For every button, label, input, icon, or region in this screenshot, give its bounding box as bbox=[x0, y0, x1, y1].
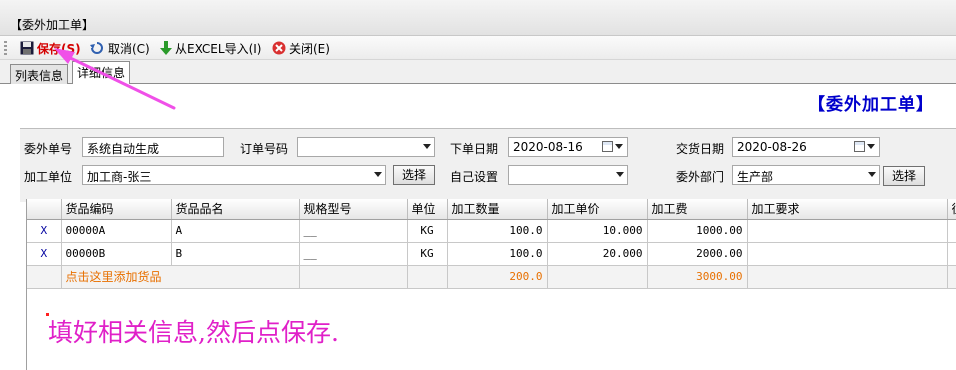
total-cell-blank bbox=[27, 265, 62, 289]
department-label: 委外部门 bbox=[676, 170, 725, 184]
processor-value: 加工商-张三 bbox=[87, 170, 152, 184]
floppy-disk-icon bbox=[20, 41, 34, 55]
po-number-select[interactable] bbox=[297, 137, 435, 157]
instruction-annotation: 填好相关信息,然后点保存. bbox=[48, 318, 339, 347]
department-select-button[interactable]: 选择 bbox=[883, 166, 925, 186]
chevron-down-icon[interactable] bbox=[615, 144, 623, 149]
save-label: 保存(S) bbox=[37, 41, 81, 56]
import-excel-button[interactable]: 从EXCEL导入(I) bbox=[160, 39, 261, 57]
po-number-label: 订单号码 bbox=[240, 142, 289, 156]
col-header-qty[interactable]: 加工数量 bbox=[447, 199, 548, 220]
processor-label: 加工单位 bbox=[24, 170, 73, 184]
chevron-down-icon[interactable] bbox=[616, 172, 624, 177]
calendar-icon[interactable] bbox=[602, 141, 613, 152]
delete-row-button[interactable]: X bbox=[27, 242, 62, 266]
cell-spec[interactable]: __ bbox=[299, 219, 408, 243]
chevron-down-icon[interactable] bbox=[423, 144, 431, 149]
custom-setting-label: 自己设置 bbox=[450, 170, 499, 184]
cell-fee[interactable]: 1000.00 bbox=[647, 219, 748, 243]
add-item-link[interactable]: 点击这里添加货品 bbox=[61, 265, 300, 289]
cell-unit[interactable]: KG bbox=[407, 242, 448, 266]
down-arrow-icon bbox=[160, 41, 172, 55]
cell-requirement[interactable] bbox=[747, 242, 948, 266]
cell-code[interactable]: 00000B bbox=[61, 242, 172, 266]
cancel-button[interactable]: 取消(C) bbox=[89, 39, 150, 57]
order-no-label: 委外单号 bbox=[24, 142, 73, 156]
tab-bar: 列表信息 详细信息 bbox=[0, 60, 956, 85]
cell-name[interactable]: A bbox=[171, 219, 300, 243]
close-button[interactable]: 关闭(E) bbox=[272, 39, 330, 57]
total-cell-blank bbox=[407, 265, 448, 289]
document-heading: 【委外加工单】 bbox=[808, 95, 934, 115]
total-qty: 200.0 bbox=[447, 265, 548, 289]
close-icon bbox=[272, 41, 286, 55]
col-header-price[interactable]: 加工单价 bbox=[547, 199, 648, 220]
delivery-date-value: 2020-08-26 bbox=[737, 140, 807, 154]
save-button[interactable]: 保存(S) bbox=[20, 39, 81, 57]
cell-price[interactable]: 20.000 bbox=[547, 242, 648, 266]
order-date-value: 2020-08-16 bbox=[513, 140, 583, 154]
total-cell-blank bbox=[547, 265, 648, 289]
processor-select-button[interactable]: 选择 bbox=[393, 165, 435, 185]
table-row[interactable]: X 00000A A __ KG 100.0 10.000 1000.00 bbox=[27, 219, 956, 243]
cell-more[interactable] bbox=[947, 242, 956, 266]
department-select[interactable]: 生产部 bbox=[732, 165, 880, 185]
delete-row-button[interactable]: X bbox=[27, 219, 62, 243]
import-label: 从EXCEL导入(I) bbox=[175, 41, 262, 56]
cell-requirement[interactable] bbox=[747, 219, 948, 243]
table-row[interactable]: X 00000B B __ KG 100.0 20.000 2000.00 bbox=[27, 242, 956, 266]
cell-fee[interactable]: 2000.00 bbox=[647, 242, 748, 266]
col-header-unit[interactable]: 单位 bbox=[407, 199, 448, 220]
processor-select[interactable]: 加工商-张三 bbox=[82, 165, 386, 185]
total-cell-blank bbox=[947, 265, 956, 289]
calendar-icon[interactable] bbox=[854, 141, 865, 152]
close-label: 关闭(E) bbox=[289, 41, 330, 56]
chevron-down-icon[interactable] bbox=[868, 172, 876, 177]
col-header-delete bbox=[27, 199, 62, 220]
col-header-name[interactable]: 货品品名 bbox=[171, 199, 300, 220]
undo-icon bbox=[90, 42, 103, 54]
total-cell-blank bbox=[747, 265, 948, 289]
cell-qty[interactable]: 100.0 bbox=[447, 219, 548, 243]
delivery-date-label: 交货日期 bbox=[676, 142, 725, 156]
chevron-down-icon[interactable] bbox=[374, 172, 382, 177]
cell-price[interactable]: 10.000 bbox=[547, 219, 648, 243]
header-form: 委外单号 系统自动生成 订单号码 下单日期 2020-08-16 交货日期 20… bbox=[20, 129, 956, 202]
tab-list-info[interactable]: 列表信息 bbox=[10, 64, 69, 84]
order-date-picker[interactable]: 2020-08-16 bbox=[508, 137, 628, 157]
total-cell-blank bbox=[299, 265, 408, 289]
col-header-requirement[interactable]: 加工要求 bbox=[747, 199, 948, 220]
col-header-spec[interactable]: 规格型号 bbox=[299, 199, 408, 220]
delivery-date-picker[interactable]: 2020-08-26 bbox=[732, 137, 880, 157]
toolbar: 保存(S) 取消(C) 从EXCEL导入(I) 关闭(E) bbox=[0, 36, 956, 60]
col-header-more[interactable]: 征 bbox=[947, 199, 956, 220]
department-value: 生产部 bbox=[737, 170, 774, 184]
order-date-label: 下单日期 bbox=[450, 142, 499, 156]
total-fee: 3000.00 bbox=[647, 265, 748, 289]
cell-qty[interactable]: 100.0 bbox=[447, 242, 548, 266]
order-no-field[interactable]: 系统自动生成 bbox=[82, 137, 224, 157]
col-header-code[interactable]: 货品编码 bbox=[61, 199, 172, 220]
window-title: 【委外加工单】 bbox=[10, 18, 95, 32]
tab-detail-info[interactable]: 详细信息 bbox=[72, 61, 131, 85]
grid-header-row: 货品编码 货品品名 规格型号 单位 加工数量 加工单价 加工费 加工要求 征 bbox=[27, 199, 956, 220]
cancel-label: 取消(C) bbox=[108, 41, 150, 56]
cell-spec[interactable]: __ bbox=[299, 242, 408, 266]
cell-name[interactable]: B bbox=[171, 242, 300, 266]
toolbar-grip[interactable] bbox=[4, 41, 7, 55]
col-header-fee[interactable]: 加工费 bbox=[647, 199, 748, 220]
total-row: 点击这里添加货品 200.0 3000.00 bbox=[27, 265, 956, 289]
cell-unit[interactable]: KG bbox=[407, 219, 448, 243]
title-bar: 【委外加工单】 bbox=[0, 0, 956, 36]
cell-code[interactable]: 00000A bbox=[61, 219, 172, 243]
cell-more[interactable] bbox=[947, 219, 956, 243]
custom-setting-select[interactable] bbox=[508, 165, 628, 185]
chevron-down-icon[interactable] bbox=[867, 144, 875, 149]
